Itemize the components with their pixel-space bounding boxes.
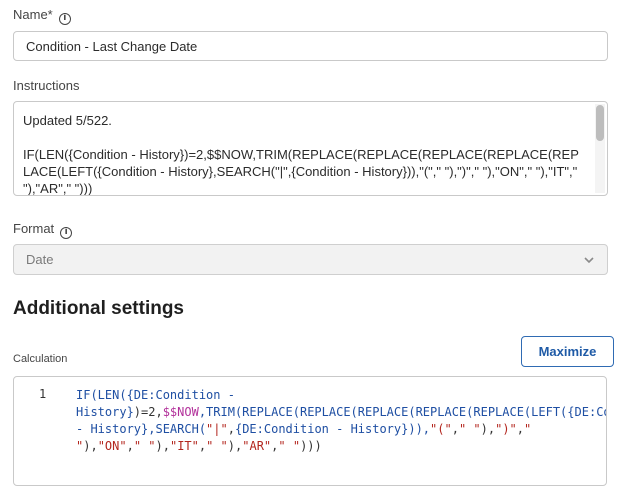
format-select[interactable]: Date — [13, 244, 608, 275]
code-token: ), — [227, 439, 243, 453]
code-token: , — [516, 422, 525, 436]
chevron-down-icon — [584, 257, 594, 264]
code-token: ), — [480, 422, 496, 436]
name-input-value: Condition - Last Change Date — [26, 38, 198, 54]
code-token: ,TRIM(REPLACE(REPLACE(REPLACE(REPLACE(RE… — [198, 405, 568, 419]
instructions-textarea[interactable]: Updated 5/522. IF(LEN({Condition - Histo… — [13, 101, 608, 196]
maximize-button[interactable]: Maximize — [521, 336, 614, 367]
code-token: "ON" — [97, 439, 127, 453]
format-label-row: Format i — [13, 221, 73, 239]
code-token: " " — [133, 439, 156, 453]
line-number: 1 — [39, 387, 47, 401]
additional-settings-title: Additional settings — [13, 298, 184, 319]
code-token: $$NOW — [162, 405, 199, 419]
format-selected-value: Date — [26, 252, 54, 267]
instructions-scrollbar-thumb[interactable] — [596, 105, 604, 141]
info-icon[interactable]: i — [60, 226, 73, 239]
code-token: IF(LEN( — [76, 388, 127, 402]
code-token: {DE:Condition - History} — [234, 422, 409, 436]
calculation-code: IF(LEN( {DE:Condition - History} )=2,$$NOW… — [76, 387, 606, 455]
code-token: , — [126, 439, 134, 453]
code-token: , — [451, 422, 459, 436]
code-token: " " — [206, 439, 228, 453]
code-token: , — [227, 422, 235, 436]
name-field-label-row: Name* i — [13, 7, 71, 25]
name-field-label: Name* — [13, 7, 53, 22]
calculation-editor[interactable]: 1 IF(LEN( {DE:Condition - History} )=2,$$N… — [13, 376, 607, 486]
code-token: "IT" — [169, 439, 199, 453]
code-token: "(" — [430, 422, 452, 436]
name-input[interactable]: Condition - Last Change Date — [13, 31, 608, 61]
code-token: " " — [458, 422, 481, 436]
instructions-scrollbar[interactable] — [595, 104, 605, 193]
code-token: )=2, — [133, 405, 163, 419]
instructions-label: Instructions — [13, 78, 80, 93]
code-token: )), — [408, 422, 431, 436]
format-label: Format — [13, 221, 55, 236]
code-token: ,SEARCH( — [148, 422, 207, 436]
instructions-text: Updated 5/522. IF(LEN({Condition - Histo… — [23, 113, 579, 196]
code-token: ")" — [495, 422, 517, 436]
code-token: ), — [155, 439, 170, 453]
calculation-label: Calculation — [13, 353, 68, 365]
code-token: "AR" — [242, 439, 272, 453]
code-token: ))) — [300, 439, 322, 453]
code-token: ), — [83, 439, 98, 453]
code-token: " " — [278, 439, 301, 453]
code-token: "|" — [206, 422, 228, 436]
info-icon[interactable]: i — [58, 12, 71, 25]
